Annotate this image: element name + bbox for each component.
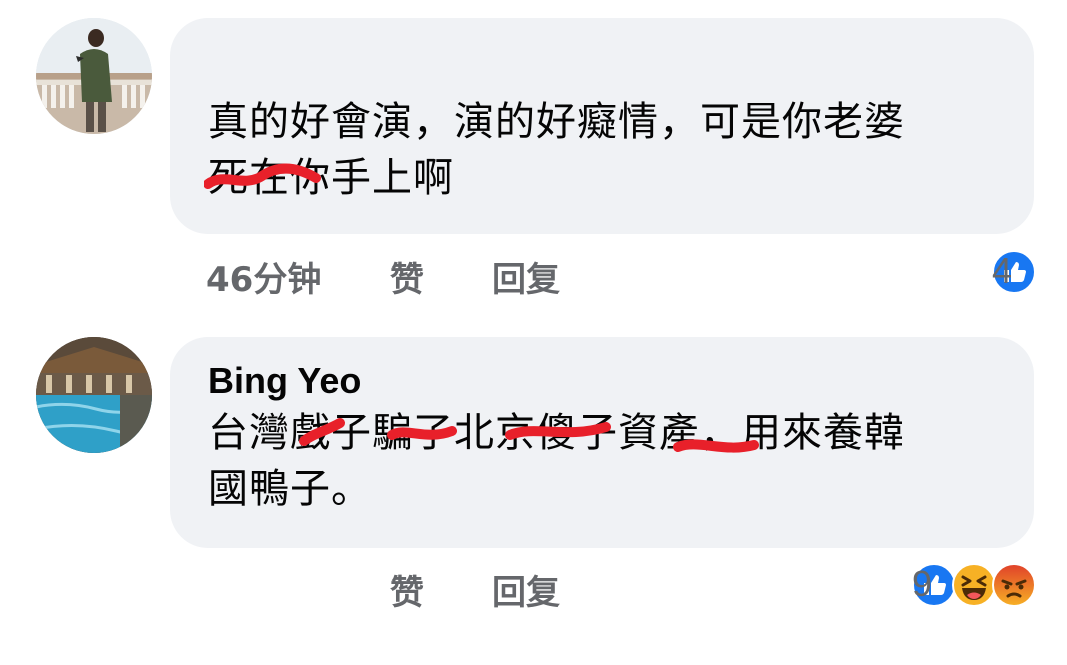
comment-bubble: 真的好會演，演的好癡情，可是你老婆 死在你手上啊 — [170, 18, 1034, 234]
comment-timestamp[interactable]: 46分钟 — [206, 252, 321, 301]
comment-actions: 赞 回复 9 — [206, 563, 1036, 613]
haha-icon — [952, 563, 996, 607]
angry-icon — [992, 563, 1036, 607]
reply-button[interactable]: 回复 — [492, 252, 560, 301]
reaction-count: 9 — [912, 563, 933, 604]
comment-text-line: 國鴨子。 — [208, 466, 372, 512]
comment-text-line: 死在你手上啊 — [208, 155, 454, 201]
comment-text: 真的好會演，演的好癡情，可是你老婆 死在你手上啊 — [204, 94, 994, 206]
comment-bubble: Bing Yeo 台灣戲子騙了北京傻子資產，用來養韓 國鴨子。 — [170, 337, 1034, 548]
like-button[interactable]: 赞 — [390, 565, 424, 614]
comment-text: 台灣戲子騙了北京傻子資產，用來養韓 國鴨子。 — [208, 405, 994, 517]
comment-text-line: 台灣戲子騙了北京傻子資產，用來養韓 — [208, 410, 905, 456]
reaction-summary[interactable]: 9 — [912, 563, 1036, 607]
commenter-avatar[interactable] — [36, 18, 152, 134]
comment-author[interactable]: Bing Yeo — [208, 359, 994, 403]
like-button[interactable]: 赞 — [390, 252, 424, 301]
comment-actions: 46分钟 赞 回复 4 — [206, 250, 1036, 300]
reaction-count: 4 — [992, 250, 1013, 291]
comment-text-line: 真的好會演，演的好癡情，可是你老婆 — [208, 99, 905, 145]
reply-button[interactable]: 回复 — [492, 565, 560, 614]
commenter-avatar[interactable] — [36, 337, 152, 453]
reaction-summary[interactable]: 4 — [992, 250, 1036, 294]
